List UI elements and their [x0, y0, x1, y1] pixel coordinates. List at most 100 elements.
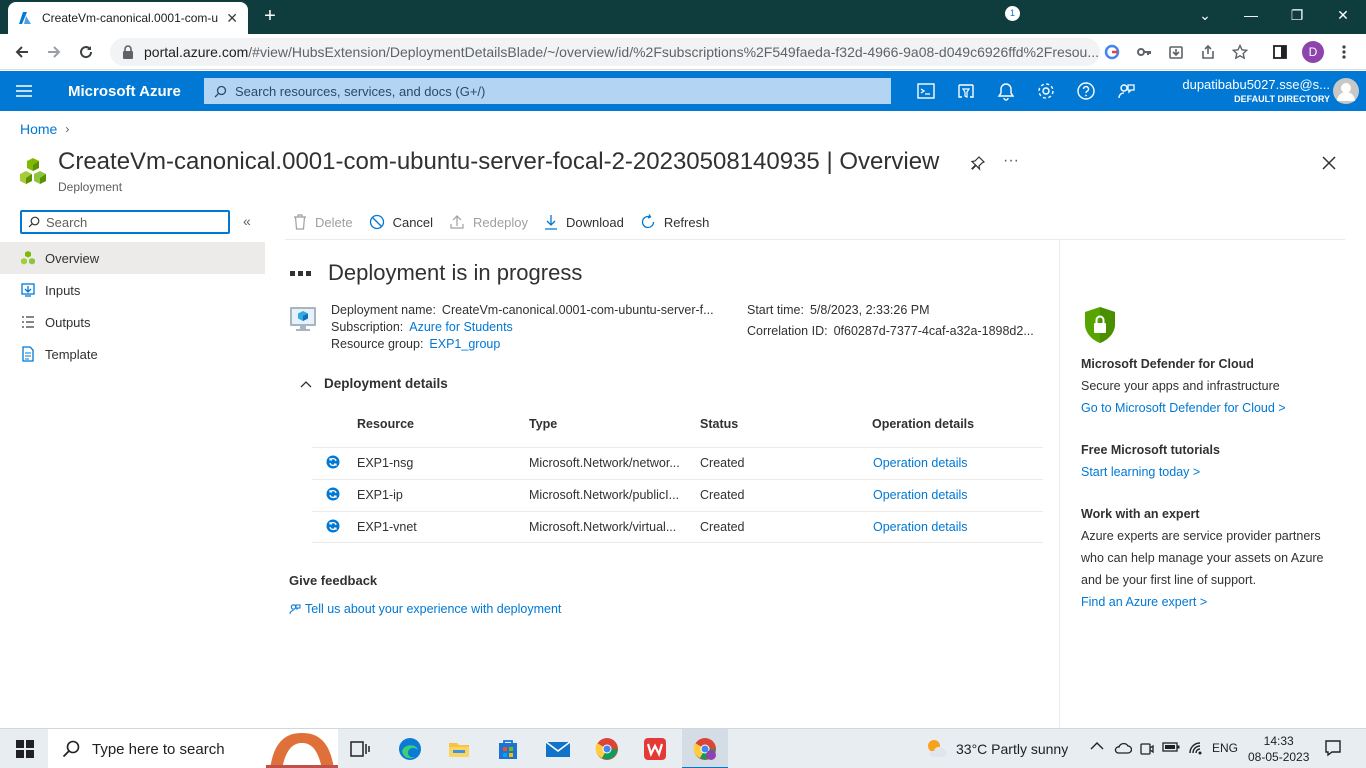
subscription-link[interactable]: Azure for Students [409, 320, 513, 334]
browser-tab[interactable]: CreateVm-canonical.0001-com-u ✕ [8, 2, 248, 34]
resource-status-icon [326, 487, 340, 501]
nav-item-label: Template [45, 346, 98, 362]
wifi-icon[interactable] [1188, 741, 1206, 755]
inputs-icon [20, 282, 36, 298]
onedrive-cloud-icon[interactable] [1114, 741, 1132, 755]
taskbar-active-chrome[interactable] [682, 729, 728, 768]
notifications-bell-icon[interactable] [996, 81, 1016, 101]
nav-item-overview[interactable]: Overview [0, 242, 265, 274]
chevron-right-icon: › [65, 122, 70, 136]
chrome-browser-icon[interactable] [595, 737, 619, 761]
windows-start-icon[interactable] [16, 740, 34, 758]
operation-details-link[interactable]: Operation details [873, 520, 968, 534]
download-button[interactable]: Download [544, 214, 624, 230]
redeploy-button[interactable]: Redeploy [449, 214, 528, 230]
windows-taskbar: Type here to search 33°C Partly sunny EN… [0, 728, 1366, 768]
new-tab-button[interactable]: + [258, 4, 282, 28]
nav-item-inputs[interactable]: Inputs [0, 274, 265, 306]
deployment-details-toggle[interactable]: Deployment details [300, 376, 448, 391]
settings-gear-icon[interactable] [1036, 81, 1056, 101]
microsoft-store-icon[interactable] [496, 737, 520, 761]
expert-link[interactable]: Find an Azure expert > [1081, 595, 1207, 609]
language-indicator[interactable]: ENG [1212, 741, 1238, 755]
feedback-link[interactable]: Tell us about your experience with deplo… [289, 602, 561, 616]
back-button[interactable] [10, 40, 34, 64]
task-view-icon[interactable] [348, 737, 372, 761]
menu-search-input[interactable]: Search [20, 210, 230, 234]
file-explorer-icon[interactable] [447, 737, 471, 761]
account-directory: DEFAULT DIRECTORY [1234, 94, 1330, 104]
resource-group-link[interactable]: EXP1_group [429, 337, 500, 351]
address-bar[interactable]: portal.azure.com/#view/HubsExtension/Dep… [110, 38, 1100, 66]
close-tab-icon[interactable]: ✕ [226, 10, 238, 27]
browser-tab-strip: CreateVm-canonical.0001-com-u ✕ + ⌄ — ❐ … [0, 0, 1366, 34]
key-icon[interactable] [1134, 42, 1154, 62]
azure-brand[interactable]: Microsoft Azure [68, 83, 181, 100]
close-blade-icon[interactable] [1321, 155, 1337, 171]
google-lens-icon[interactable] [1102, 42, 1122, 62]
resource-name: EXP1-nsg [357, 456, 414, 470]
meet-now-icon[interactable] [1140, 741, 1154, 757]
nav-item-label: Outputs [45, 314, 91, 330]
battery-icon[interactable] [1162, 741, 1180, 753]
defender-shield-icon [1082, 306, 1118, 344]
breadcrumb-home[interactable]: Home [20, 121, 57, 137]
wps-office-icon[interactable] [643, 737, 667, 761]
start-time-label: Start time: [747, 303, 804, 317]
cloud-shell-icon[interactable] [916, 81, 936, 101]
system-clock[interactable]: 14:33 08-05-2023 [1248, 733, 1309, 765]
collapse-menu-icon[interactable]: « [243, 213, 251, 229]
restore-window-button[interactable]: ❐ [1274, 4, 1320, 26]
help-icon[interactable] [1076, 81, 1096, 101]
operation-details-link[interactable]: Operation details [873, 488, 968, 502]
cancel-button[interactable]: Cancel [369, 214, 433, 230]
refresh-label: Refresh [663, 214, 710, 230]
more-options-icon[interactable]: ··· [1003, 152, 1019, 170]
feedback-icon[interactable] [1116, 81, 1136, 101]
resource-name: EXP1-ip [357, 488, 403, 502]
show-hidden-icons-chevron-icon[interactable] [1090, 741, 1104, 751]
mail-icon[interactable] [545, 737, 571, 761]
global-search-input[interactable]: Search resources, services, and docs (G+… [204, 78, 891, 104]
feedback-heading: Give feedback [289, 573, 378, 588]
nav-item-outputs[interactable]: Outputs [0, 306, 265, 338]
delete-button[interactable]: Delete [293, 214, 353, 230]
table-row: EXP1-ip Microsoft.Network/publicI... Cre… [312, 479, 1043, 511]
notification-center-icon[interactable] [1324, 739, 1342, 757]
lock-icon[interactable] [122, 45, 134, 59]
search-icon [28, 216, 40, 228]
tutorials-link[interactable]: Start learning today > [1081, 465, 1200, 479]
bookmark-star-icon[interactable] [1230, 42, 1250, 62]
clock-time: 14:33 [1263, 734, 1294, 748]
profile-avatar[interactable]: D [1302, 41, 1324, 63]
chrome-menu-icon[interactable] [1334, 42, 1354, 62]
tab-search-icon[interactable]: ⌄ [1182, 4, 1228, 26]
search-icon [214, 85, 227, 98]
defender-link[interactable]: Go to Microsoft Defender for Cloud > [1081, 401, 1286, 415]
breadcrumb: Home › [20, 121, 69, 137]
hamburger-menu-icon[interactable] [14, 83, 34, 99]
side-panel-divider [1059, 240, 1060, 728]
column-header-operation-details: Operation details [872, 417, 975, 431]
close-window-button[interactable]: ✕ [1320, 4, 1366, 26]
edge-browser-icon[interactable] [398, 737, 422, 761]
table-row: EXP1-nsg Microsoft.Network/networ... Cre… [312, 447, 1043, 479]
reload-button[interactable] [74, 40, 98, 64]
side-panel-icon[interactable] [1270, 42, 1290, 62]
nav-item-template[interactable]: Template [0, 338, 265, 370]
account-menu[interactable]: dupatibabu5027.sse@s... DEFAULT DIRECTOR… [1182, 77, 1330, 104]
forward-button[interactable] [42, 40, 66, 64]
refresh-button[interactable]: Refresh [640, 214, 710, 230]
install-app-icon[interactable] [1166, 42, 1186, 62]
pin-icon[interactable] [970, 155, 986, 171]
share-icon[interactable] [1198, 42, 1218, 62]
weather-widget[interactable]: 33°C Partly sunny [924, 737, 1068, 761]
url-host: portal.azure.com [144, 44, 249, 60]
minimize-window-button[interactable]: — [1228, 4, 1274, 26]
search-highlight-arch-icon [266, 731, 338, 768]
user-avatar[interactable] [1333, 78, 1359, 104]
resource-group-label: Resource group: [331, 337, 424, 351]
operation-details-link[interactable]: Operation details [873, 456, 968, 470]
subscription-label: Subscription: [331, 320, 404, 334]
directory-filter-icon[interactable] [956, 81, 976, 101]
